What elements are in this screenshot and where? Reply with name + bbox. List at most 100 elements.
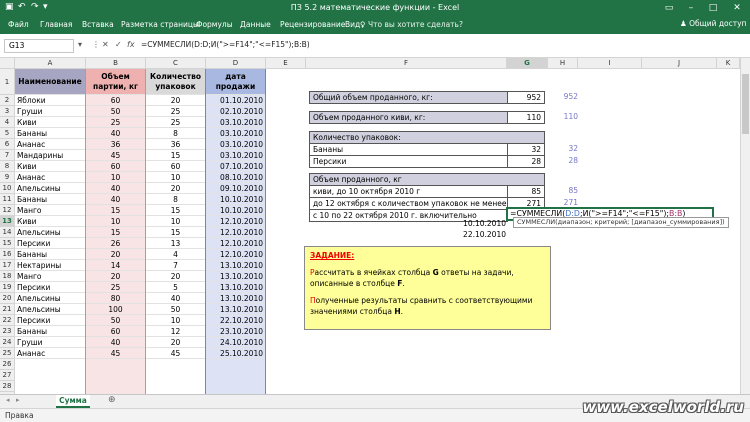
row-header-11[interactable]: 11 — [0, 194, 15, 205]
table-cell[interactable]: 10.10.2010 — [206, 205, 266, 216]
table-cell[interactable]: 13.10.2010 — [206, 260, 266, 271]
tab-home[interactable]: Главная — [40, 20, 72, 29]
row-header-3[interactable]: 3 — [0, 106, 15, 117]
row-header-26[interactable]: 26 — [0, 359, 15, 370]
tab-formulas[interactable]: Формулы — [196, 20, 233, 29]
table-cell[interactable]: 4 — [146, 249, 206, 260]
table-cell[interactable]: 40 — [86, 337, 146, 348]
row-header-19[interactable]: 19 — [0, 282, 15, 293]
table-cell[interactable]: 50 — [146, 304, 206, 315]
column-header-f[interactable]: F — [306, 58, 507, 69]
table-cell[interactable]: 10 — [86, 172, 146, 183]
row-header-2[interactable]: 2 — [0, 95, 15, 106]
column-header-g[interactable]: G — [507, 58, 548, 69]
table-cell[interactable]: Груши — [15, 106, 86, 117]
column-header-b[interactable]: B — [86, 58, 146, 69]
row-header-1[interactable]: 1 — [0, 69, 15, 95]
maximize-icon[interactable]: □ — [704, 0, 722, 16]
row-header-5[interactable]: 5 — [0, 128, 15, 139]
table-cell[interactable]: 10 — [86, 216, 146, 227]
kiwi-value[interactable]: 110 — [507, 111, 545, 124]
table-cell[interactable]: Бананы — [15, 194, 86, 205]
table-cell[interactable]: Ананас — [15, 139, 86, 150]
table-cell[interactable]: 14 — [86, 260, 146, 271]
function-tooltip[interactable]: СУММЕСЛИ(диапазон; критерий; [диапазон_с… — [513, 217, 729, 228]
table-cell[interactable]: 24.10.2010 — [206, 337, 266, 348]
table-cell[interactable]: 36 — [86, 139, 146, 150]
row-header-12[interactable]: 12 — [0, 205, 15, 216]
vertical-scrollbar[interactable] — [740, 58, 750, 394]
row-header-18[interactable]: 18 — [0, 271, 15, 282]
table-cell[interactable]: 8 — [146, 128, 206, 139]
column-header-d[interactable]: D — [206, 58, 266, 69]
table-cell[interactable]: 26 — [86, 238, 146, 249]
table-cell[interactable]: 01.10.2010 — [206, 95, 266, 106]
table-cell[interactable]: Манго — [15, 271, 86, 282]
table-cell[interactable]: 12 — [146, 326, 206, 337]
table-cell[interactable]: Груши — [15, 337, 86, 348]
row-header-4[interactable]: 4 — [0, 117, 15, 128]
table-cell[interactable]: 40 — [86, 194, 146, 205]
name-box[interactable]: G13 — [4, 39, 74, 53]
name-box-dropdown-icon[interactable]: ▾ — [78, 40, 82, 49]
tab-view[interactable]: Вид — [345, 20, 360, 29]
table-cell[interactable]: 23.10.2010 — [206, 326, 266, 337]
table-cell[interactable]: 20 — [86, 271, 146, 282]
table-cell[interactable]: Киви — [15, 117, 86, 128]
scroll-thumb[interactable] — [742, 74, 749, 134]
table-cell[interactable]: 10.10.2010 — [206, 194, 266, 205]
table-cell[interactable]: 20 — [146, 183, 206, 194]
row-header-22[interactable]: 22 — [0, 315, 15, 326]
row-header-10[interactable]: 10 — [0, 183, 15, 194]
select-all-corner[interactable] — [0, 58, 15, 69]
table-cell[interactable]: 03.10.2010 — [206, 117, 266, 128]
tab-review[interactable]: Рецензирование — [280, 20, 345, 29]
row-header-25[interactable]: 25 — [0, 348, 15, 359]
peaches-value[interactable]: 28 — [507, 155, 545, 168]
table-cell[interactable]: 13.10.2010 — [206, 271, 266, 282]
cancel-icon[interactable]: ✕ — [102, 40, 109, 49]
table-cell[interactable]: 22.10.2010 — [206, 315, 266, 326]
table-cell[interactable]: 40 — [86, 128, 146, 139]
tell-me-search[interactable]: Что вы хотите сделать? — [368, 20, 463, 29]
table-cell[interactable]: 13 — [146, 238, 206, 249]
table-cell[interactable]: 10 — [146, 216, 206, 227]
table-cell[interactable]: Персики — [15, 282, 86, 293]
tab-page-layout[interactable]: Разметка страницы — [121, 20, 199, 29]
table-cell[interactable]: Апельсины — [15, 183, 86, 194]
table-cell[interactable]: Ананас — [15, 172, 86, 183]
tab-data[interactable]: Данные — [240, 20, 271, 29]
row-header-27[interactable]: 27 — [0, 370, 15, 381]
table-cell[interactable]: 15 — [146, 150, 206, 161]
table-cell[interactable]: 15 — [86, 227, 146, 238]
table-cell[interactable]: 20 — [146, 95, 206, 106]
table-cell[interactable]: 45 — [86, 150, 146, 161]
table-cell[interactable]: 60 — [86, 326, 146, 337]
column-header-j[interactable]: J — [642, 58, 717, 69]
row-header-16[interactable]: 16 — [0, 249, 15, 260]
tab-prev-icon[interactable]: ◂ — [6, 396, 10, 404]
table-cell[interactable]: 09.10.2010 — [206, 183, 266, 194]
row-header-20[interactable]: 20 — [0, 293, 15, 304]
table-cell[interactable]: Киви — [15, 216, 86, 227]
column-header-h[interactable]: H — [548, 58, 578, 69]
table-cell[interactable]: 13.10.2010 — [206, 293, 266, 304]
column-header-e[interactable]: E — [266, 58, 306, 69]
column-header-c[interactable]: C — [146, 58, 206, 69]
table-cell[interactable]: 8 — [146, 194, 206, 205]
table-cell[interactable]: 100 — [86, 304, 146, 315]
table-cell[interactable]: 07.10.2010 — [206, 161, 266, 172]
table-cell[interactable]: 45 — [86, 348, 146, 359]
table-cell[interactable]: 15 — [86, 205, 146, 216]
table-cell[interactable]: Персики — [15, 315, 86, 326]
table-cell[interactable]: 60 — [146, 161, 206, 172]
table-cell[interactable]: 36 — [146, 139, 206, 150]
table-cell[interactable]: 50 — [86, 106, 146, 117]
table-cell[interactable]: 80 — [86, 293, 146, 304]
table-cell[interactable]: 12.10.2010 — [206, 216, 266, 227]
table-cell[interactable]: Апельсины — [15, 293, 86, 304]
column-header-i[interactable]: I — [578, 58, 642, 69]
table-cell[interactable]: 03.10.2010 — [206, 150, 266, 161]
table-cell[interactable]: 40 — [86, 183, 146, 194]
table-cell[interactable]: 50 — [86, 315, 146, 326]
